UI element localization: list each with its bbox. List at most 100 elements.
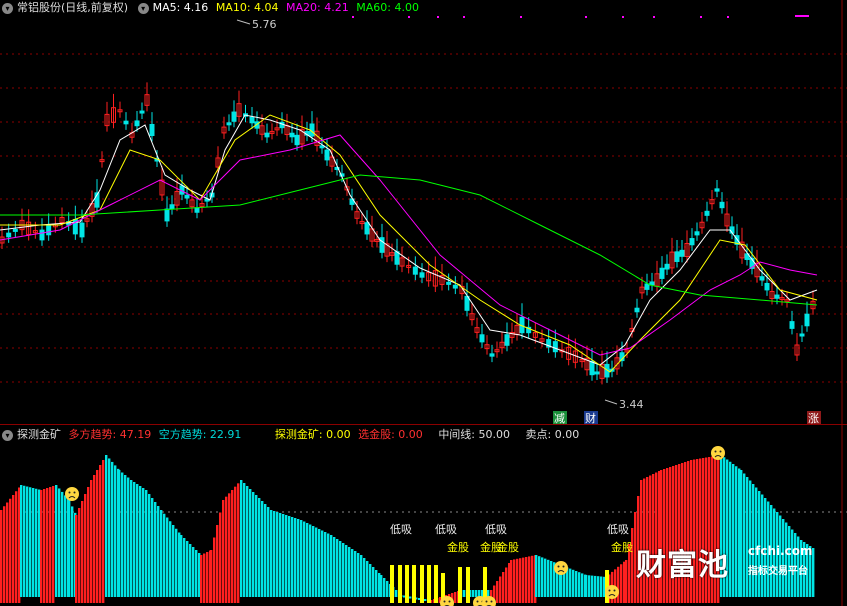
- trend-bar: [222, 500, 225, 603]
- candle-body: [139, 110, 145, 114]
- settings-icon[interactable]: ▾: [2, 429, 13, 441]
- trend-bar: [541, 557, 544, 597]
- buy-signal-label: 低吸: [390, 523, 412, 536]
- price-panel[interactable]: 5.76 3.44 减财涨 ▾ 常铝股份(日线,前复权) ▾ MA5: 4.16 MA1…: [0, 0, 847, 425]
- settings-icon[interactable]: ▾: [137, 2, 149, 14]
- bear-trend-label: 空方趋势: 22.91: [158, 428, 242, 441]
- trend-bar: [351, 549, 354, 597]
- trend-bar: [372, 567, 375, 597]
- trend-bar: [169, 521, 172, 597]
- trend-bar: [6, 502, 9, 603]
- trend-bar: [578, 572, 581, 597]
- trend-bar: [594, 575, 597, 597]
- trend-bar: [26, 486, 29, 597]
- trend-bar: [32, 488, 35, 597]
- trend-bar: [525, 557, 528, 603]
- trend-bar: [309, 524, 312, 597]
- trend-bar: [357, 553, 360, 597]
- candle-body: [594, 371, 600, 375]
- candle-body: [804, 313, 810, 327]
- trend-bar: [210, 550, 213, 603]
- settings-icon[interactable]: ▾: [2, 2, 13, 14]
- trend-bar: [336, 539, 339, 597]
- candle-body: [164, 208, 170, 222]
- trend-bar: [386, 581, 389, 597]
- candle-body: [704, 210, 710, 216]
- trend-bar: [49, 487, 52, 603]
- trend-bar: [312, 526, 315, 597]
- sad-face-icon: [554, 561, 568, 575]
- trend-bar: [219, 512, 222, 603]
- trend-bar: [68, 500, 71, 597]
- trend-bar: [148, 494, 151, 597]
- candle-body: [364, 222, 370, 235]
- candle-body: [149, 123, 155, 137]
- candle-body: [679, 249, 685, 257]
- trend-bar: [588, 575, 591, 597]
- trend-bar: [330, 535, 333, 597]
- candle-body: [719, 201, 725, 209]
- ma60-label: MA60: 4.00: [356, 1, 419, 14]
- low-pointer: [604, 399, 618, 405]
- trend-bar: [58, 488, 61, 597]
- trend-bar: [321, 530, 324, 597]
- buy-signal-label: 低吸: [435, 523, 457, 536]
- candle-body: [184, 194, 190, 199]
- trend-bar: [510, 560, 513, 603]
- trend-bar: [324, 532, 327, 597]
- trend-bar: [157, 506, 160, 597]
- candle-body: [134, 120, 140, 127]
- buy-signal-label: 低吸: [485, 523, 507, 536]
- trend-bar: [339, 541, 342, 597]
- candle-body: [659, 267, 665, 279]
- candle-body: [324, 149, 330, 161]
- trend-bar: [454, 592, 457, 603]
- signal-dot: [585, 16, 587, 18]
- trend-bar: [360, 555, 363, 597]
- price-header: ▾ 常铝股份(日线,前复权) ▾ MA5: 4.16 MA10: 4.04 MA20…: [0, 0, 423, 15]
- signal-dot: [653, 16, 655, 18]
- gold-bar: [466, 567, 470, 603]
- trend-bar: [216, 525, 219, 603]
- trend-bar: [318, 529, 321, 597]
- trend-bar: [315, 527, 318, 597]
- trend-bar: [535, 555, 538, 597]
- sad-face-icon: [605, 585, 619, 599]
- signal-dash: [795, 15, 809, 17]
- signal-dot: [463, 16, 465, 18]
- trend-bar: [154, 502, 157, 597]
- trend-bar: [463, 590, 466, 597]
- trend-bar: [538, 556, 541, 597]
- trend-bar: [0, 510, 3, 603]
- candle-body: [799, 333, 805, 337]
- candle-body: [689, 238, 695, 246]
- trend-bar: [600, 576, 603, 597]
- trend-bar: [234, 486, 237, 603]
- trend-bar: [121, 472, 124, 597]
- candle-body: [123, 120, 129, 125]
- trend-bar: [424, 599, 427, 601]
- gold-bar: [405, 565, 409, 603]
- trend-bar: [395, 590, 398, 597]
- candle-body: [789, 321, 795, 329]
- trend-bar: [585, 575, 588, 597]
- trend-bar: [276, 512, 279, 597]
- trend-bar: [303, 521, 306, 597]
- candle-body: [6, 232, 12, 238]
- trend-bar: [136, 484, 139, 597]
- trend-bar: [255, 495, 258, 597]
- trend-bar: [46, 488, 49, 603]
- candlestick-chart[interactable]: 5.763.44减财涨: [0, 0, 847, 425]
- signal-dot: [700, 16, 702, 18]
- trend-bar: [380, 575, 383, 597]
- trend-bar: [297, 519, 300, 597]
- trend-bar: [285, 515, 288, 597]
- sell-point-label: 卖点: 0.00: [525, 428, 580, 441]
- trend-bar: [160, 510, 163, 597]
- bull-trend-label: 多方趋势: 47.19: [68, 428, 152, 441]
- trend-bar: [172, 525, 175, 597]
- trend-bar: [29, 487, 32, 597]
- trend-bar: [409, 596, 412, 599]
- candle-body: [226, 122, 232, 126]
- trend-bar: [282, 514, 285, 597]
